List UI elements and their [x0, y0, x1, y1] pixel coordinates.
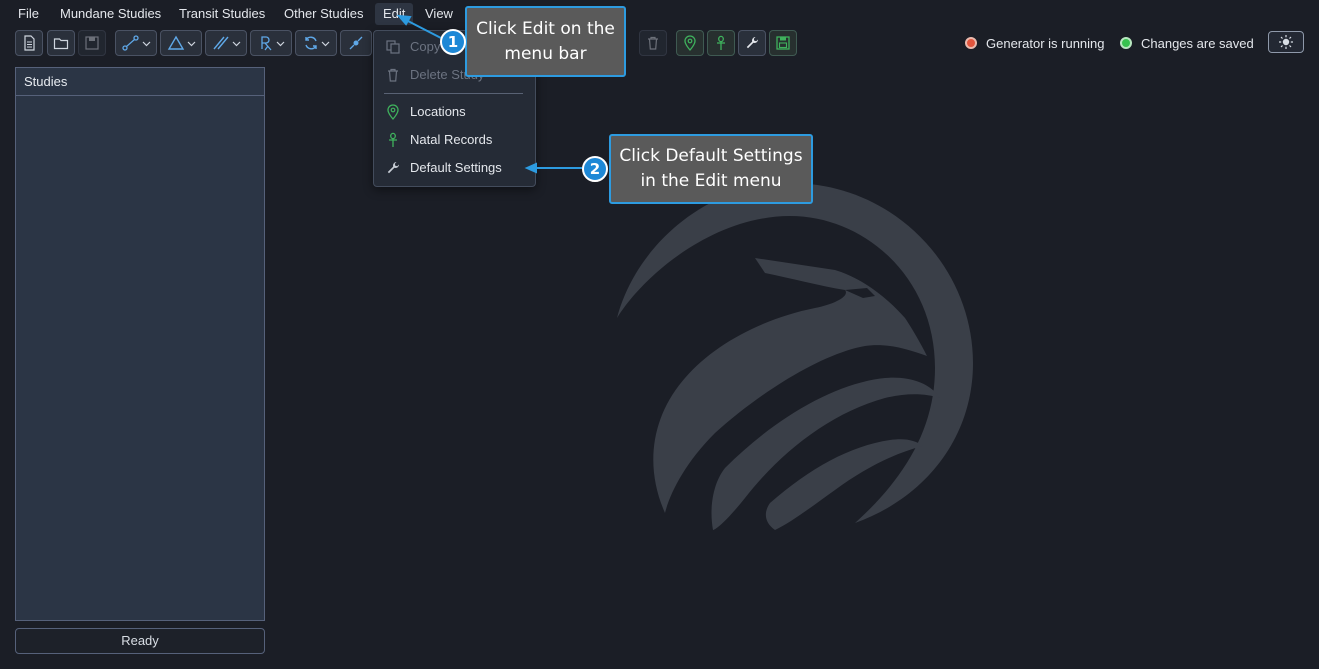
green-save-icon [776, 36, 790, 50]
location-pin-icon [387, 104, 399, 120]
edit-menu-copy-label: Copy [410, 39, 441, 54]
chevron-down-icon [232, 41, 240, 46]
triangle-icon [167, 35, 184, 50]
delete-button[interactable] [639, 30, 667, 56]
edit-menu-locations[interactable]: Locations [374, 99, 535, 125]
theme-toggle-button[interactable] [1268, 31, 1304, 53]
default-settings-button[interactable] [738, 30, 766, 56]
edit-menu-locations-label: Locations [410, 104, 466, 119]
sun-icon [1279, 35, 1293, 49]
menu-mundane-studies[interactable]: Mundane Studies [52, 3, 169, 25]
retrograde-dropdown-button[interactable] [250, 30, 292, 56]
parallel-dropdown-button[interactable] [205, 30, 247, 56]
ankh-icon [389, 132, 397, 147]
chevron-down-icon [187, 41, 195, 46]
save-status-dot [1120, 37, 1132, 49]
new-document-icon [24, 35, 35, 51]
menu-edit[interactable]: Edit [375, 3, 414, 25]
natal-records-button[interactable] [707, 30, 735, 56]
cycle-icon [304, 36, 317, 50]
save-status: Changes are saved [1120, 35, 1254, 51]
generator-status-text: Generator is running [986, 35, 1105, 51]
callout-step-1-badge: 1 [440, 29, 466, 55]
menu-transit-studies[interactable]: Transit Studies [171, 3, 273, 25]
callout-step-2: Click Default Settings in the Edit menu [609, 134, 813, 204]
pointer-dropdown-button[interactable] [340, 30, 372, 56]
edit-menu-natal-records[interactable]: Natal Records [374, 127, 535, 153]
wrench-icon [387, 162, 399, 174]
save-study-button[interactable] [78, 30, 106, 56]
menu-view[interactable]: View [417, 3, 461, 25]
menu-other-studies[interactable]: Other Studies [276, 3, 372, 25]
edit-menu-natal-records-label: Natal Records [410, 132, 493, 147]
menu-bar: File Mundane Studies Transit Studies Oth… [0, 0, 1319, 28]
eagle-logo [617, 183, 973, 530]
locations-button[interactable] [676, 30, 704, 56]
callout-step-2-badge: 2 [582, 156, 608, 182]
parallel-lines-icon [212, 36, 229, 50]
generator-status: Generator is running [965, 35, 1105, 51]
wrench-icon [746, 37, 758, 49]
callout-step-1: Click Edit on the menu bar [465, 6, 626, 77]
status-bar: Ready [15, 628, 265, 654]
trash-icon [648, 36, 658, 50]
save-all-button[interactable] [769, 30, 797, 56]
ankh-icon [717, 35, 725, 50]
trash-icon [388, 68, 398, 82]
aspect-link-icon [121, 35, 139, 51]
save-disk-icon [85, 36, 99, 50]
edit-menu-default-settings-label: Default Settings [410, 160, 502, 175]
chevron-down-icon [276, 41, 284, 46]
open-folder-icon [53, 38, 69, 50]
retrograde-icon [260, 36, 271, 51]
new-study-button[interactable] [15, 30, 43, 56]
open-study-button[interactable] [47, 30, 75, 56]
location-pin-icon [684, 35, 696, 51]
edit-menu-default-settings[interactable]: Default Settings [374, 155, 535, 181]
callout-step-2-text: Click Default Settings in the Edit menu [619, 146, 803, 191]
callout-step-1-text: Click Edit on the menu bar [476, 18, 615, 64]
menu-separator [384, 93, 523, 94]
menu-file[interactable]: File [10, 3, 47, 25]
studies-panel: Studies [15, 67, 265, 621]
cycle-dropdown-button[interactable] [295, 30, 337, 56]
pointer-icon [349, 36, 363, 50]
save-status-text: Changes are saved [1141, 35, 1254, 51]
triangle-dropdown-button[interactable] [160, 30, 202, 56]
copy-icon [386, 40, 400, 54]
studies-panel-title: Studies [16, 68, 264, 96]
chevron-down-icon [321, 41, 329, 46]
aspect-dropdown-button[interactable] [115, 30, 157, 56]
chevron-down-icon [142, 41, 150, 46]
generator-status-dot [965, 37, 977, 49]
